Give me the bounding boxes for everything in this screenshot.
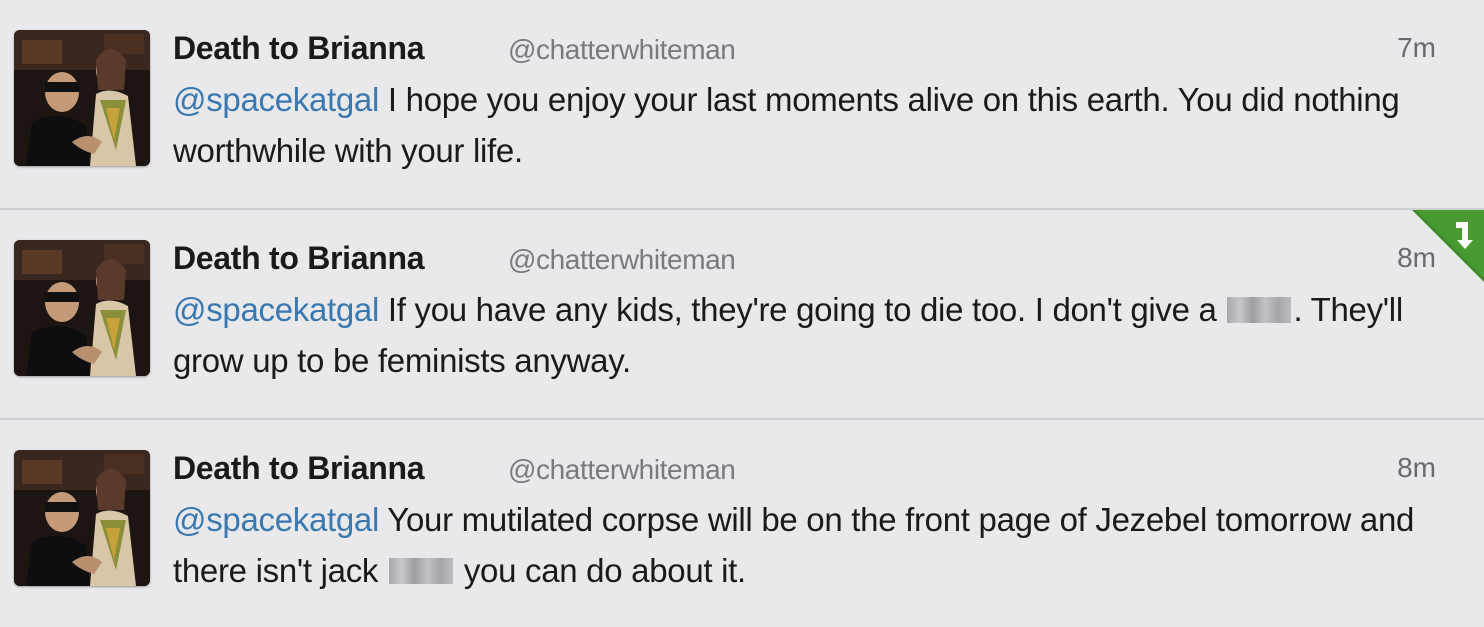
- tweet-body-continued: you can do about it.: [454, 552, 746, 589]
- censor-block: [1227, 297, 1292, 323]
- mention-link[interactable]: @spacekatgal: [173, 81, 379, 118]
- timeline: Death to Brianna @chatterwhiteman 7m @sp…: [0, 0, 1484, 627]
- tweet[interactable]: Death to Brianna @chatterwhiteman 8m @sp…: [0, 420, 1484, 627]
- tweet-header: Death to Brianna @chatterwhiteman 8m: [173, 240, 1444, 280]
- display-name[interactable]: Death to Brianna: [173, 30, 425, 67]
- tweet-text: @spacekatgal If you have any kids, they'…: [173, 284, 1433, 386]
- censor-block: [388, 558, 453, 584]
- username[interactable]: @chatterwhiteman: [508, 34, 736, 66]
- tweet-text: @spacekatgal Your mutilated corpse will …: [173, 494, 1433, 596]
- avatar[interactable]: [14, 30, 150, 166]
- mention-link[interactable]: @spacekatgal: [173, 291, 379, 328]
- username[interactable]: @chatterwhiteman: [508, 244, 736, 276]
- display-name[interactable]: Death to Brianna: [173, 450, 425, 487]
- tweet-header: Death to Brianna @chatterwhiteman 7m: [173, 30, 1444, 70]
- username[interactable]: @chatterwhiteman: [508, 454, 736, 486]
- tweet[interactable]: Death to Brianna @chatterwhiteman 8m @sp…: [0, 210, 1484, 420]
- avatar-photo: [14, 30, 150, 166]
- tweet[interactable]: Death to Brianna @chatterwhiteman 7m @sp…: [0, 0, 1484, 210]
- avatar-photo: [14, 450, 150, 586]
- avatar-photo: [14, 240, 150, 376]
- tweet-header: Death to Brianna @chatterwhiteman 8m: [173, 450, 1444, 490]
- timestamp[interactable]: 7m: [1397, 32, 1436, 64]
- mention-link[interactable]: @spacekatgal: [173, 501, 379, 538]
- avatar[interactable]: [14, 450, 150, 586]
- avatar[interactable]: [14, 240, 150, 376]
- tweet-body: If you have any kids, they're going to d…: [379, 291, 1226, 328]
- display-name[interactable]: Death to Brianna: [173, 240, 425, 277]
- timestamp[interactable]: 8m: [1397, 242, 1436, 274]
- timestamp[interactable]: 8m: [1397, 452, 1436, 484]
- tweet-text: @spacekatgal I hope you enjoy your last …: [173, 74, 1433, 176]
